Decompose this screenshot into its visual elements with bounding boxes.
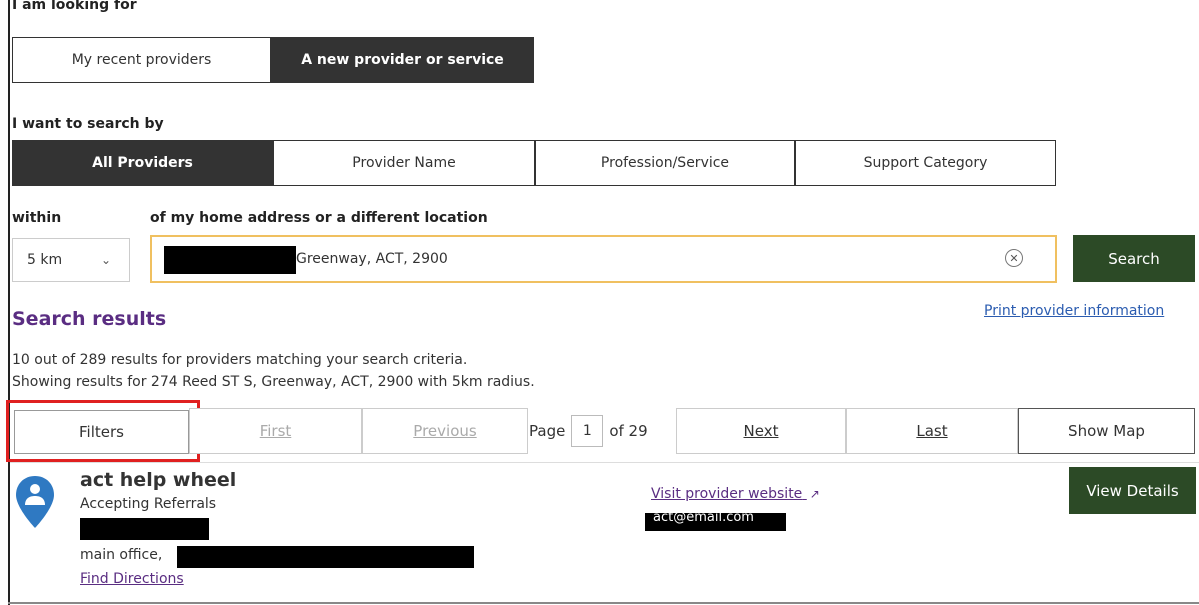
- location-input[interactable]: Greenway, ACT, 2900 ✕: [150, 235, 1057, 283]
- page-indicator: Page 1 of 29: [529, 408, 648, 454]
- tab-profession-service[interactable]: Profession/Service: [535, 140, 795, 186]
- within-label: within: [12, 210, 62, 226]
- radius-select[interactable]: 5 km ⌄: [12, 238, 130, 282]
- page-total-label: of 29: [609, 422, 648, 440]
- last-page-button[interactable]: Last: [846, 408, 1018, 454]
- provider-location-pin-icon: [16, 476, 54, 528]
- page-number-input[interactable]: 1: [571, 415, 604, 447]
- chevron-down-icon: ⌄: [100, 253, 111, 267]
- redacted-street: [164, 246, 296, 274]
- looking-for-label: I am looking for: [12, 0, 137, 13]
- find-directions-link[interactable]: Find Directions: [80, 571, 184, 587]
- next-page-button[interactable]: Next: [676, 408, 846, 454]
- visit-website-label: Visit provider website: [651, 486, 803, 502]
- visit-website-link[interactable]: Visit provider website ↗: [651, 486, 820, 502]
- page-bottom-border: [8, 602, 1199, 604]
- tab-new-provider-or-service[interactable]: A new provider or service: [271, 37, 534, 83]
- results-count-text: 10 out of 289 results for providers matc…: [12, 352, 468, 368]
- provider-status: Accepting Referrals: [80, 496, 217, 512]
- tab-provider-name[interactable]: Provider Name: [273, 140, 535, 186]
- tab-all-providers[interactable]: All Providers: [12, 140, 273, 186]
- redacted-phone: [80, 518, 209, 540]
- provider-office: main office,: [80, 547, 163, 563]
- provider-name: act help wheel: [80, 469, 237, 491]
- search-by-label: I want to search by: [12, 116, 164, 132]
- external-link-icon: ↗: [809, 487, 820, 501]
- print-provider-info-link[interactable]: Print provider information: [984, 303, 1164, 319]
- previous-page-button[interactable]: Previous: [362, 408, 528, 454]
- provider-email[interactable]: act@email.com: [653, 510, 754, 525]
- page-left-border: [8, 0, 10, 605]
- results-location-text: Showing results for 274 Reed ST S, Green…: [12, 374, 535, 390]
- results-divider: [10, 462, 1199, 463]
- view-details-button[interactable]: View Details: [1069, 467, 1196, 514]
- redacted-address: [177, 546, 474, 568]
- clear-icon[interactable]: ✕: [1005, 249, 1023, 267]
- radius-value: 5 km: [27, 252, 63, 268]
- search-button[interactable]: Search: [1073, 235, 1195, 282]
- search-results-title: Search results: [12, 308, 167, 330]
- tab-support-category[interactable]: Support Category: [795, 140, 1056, 186]
- redacted-email-bar: act@email.com: [645, 510, 786, 531]
- first-page-button[interactable]: First: [189, 408, 362, 454]
- filters-highlight-box: [6, 400, 200, 462]
- page-label: Page: [529, 422, 566, 440]
- tab-my-recent-providers[interactable]: My recent providers: [12, 37, 271, 83]
- address-label: of my home address or a different locati…: [150, 210, 488, 226]
- show-map-button[interactable]: Show Map: [1018, 408, 1195, 454]
- location-value: Greenway, ACT, 2900: [296, 251, 448, 267]
